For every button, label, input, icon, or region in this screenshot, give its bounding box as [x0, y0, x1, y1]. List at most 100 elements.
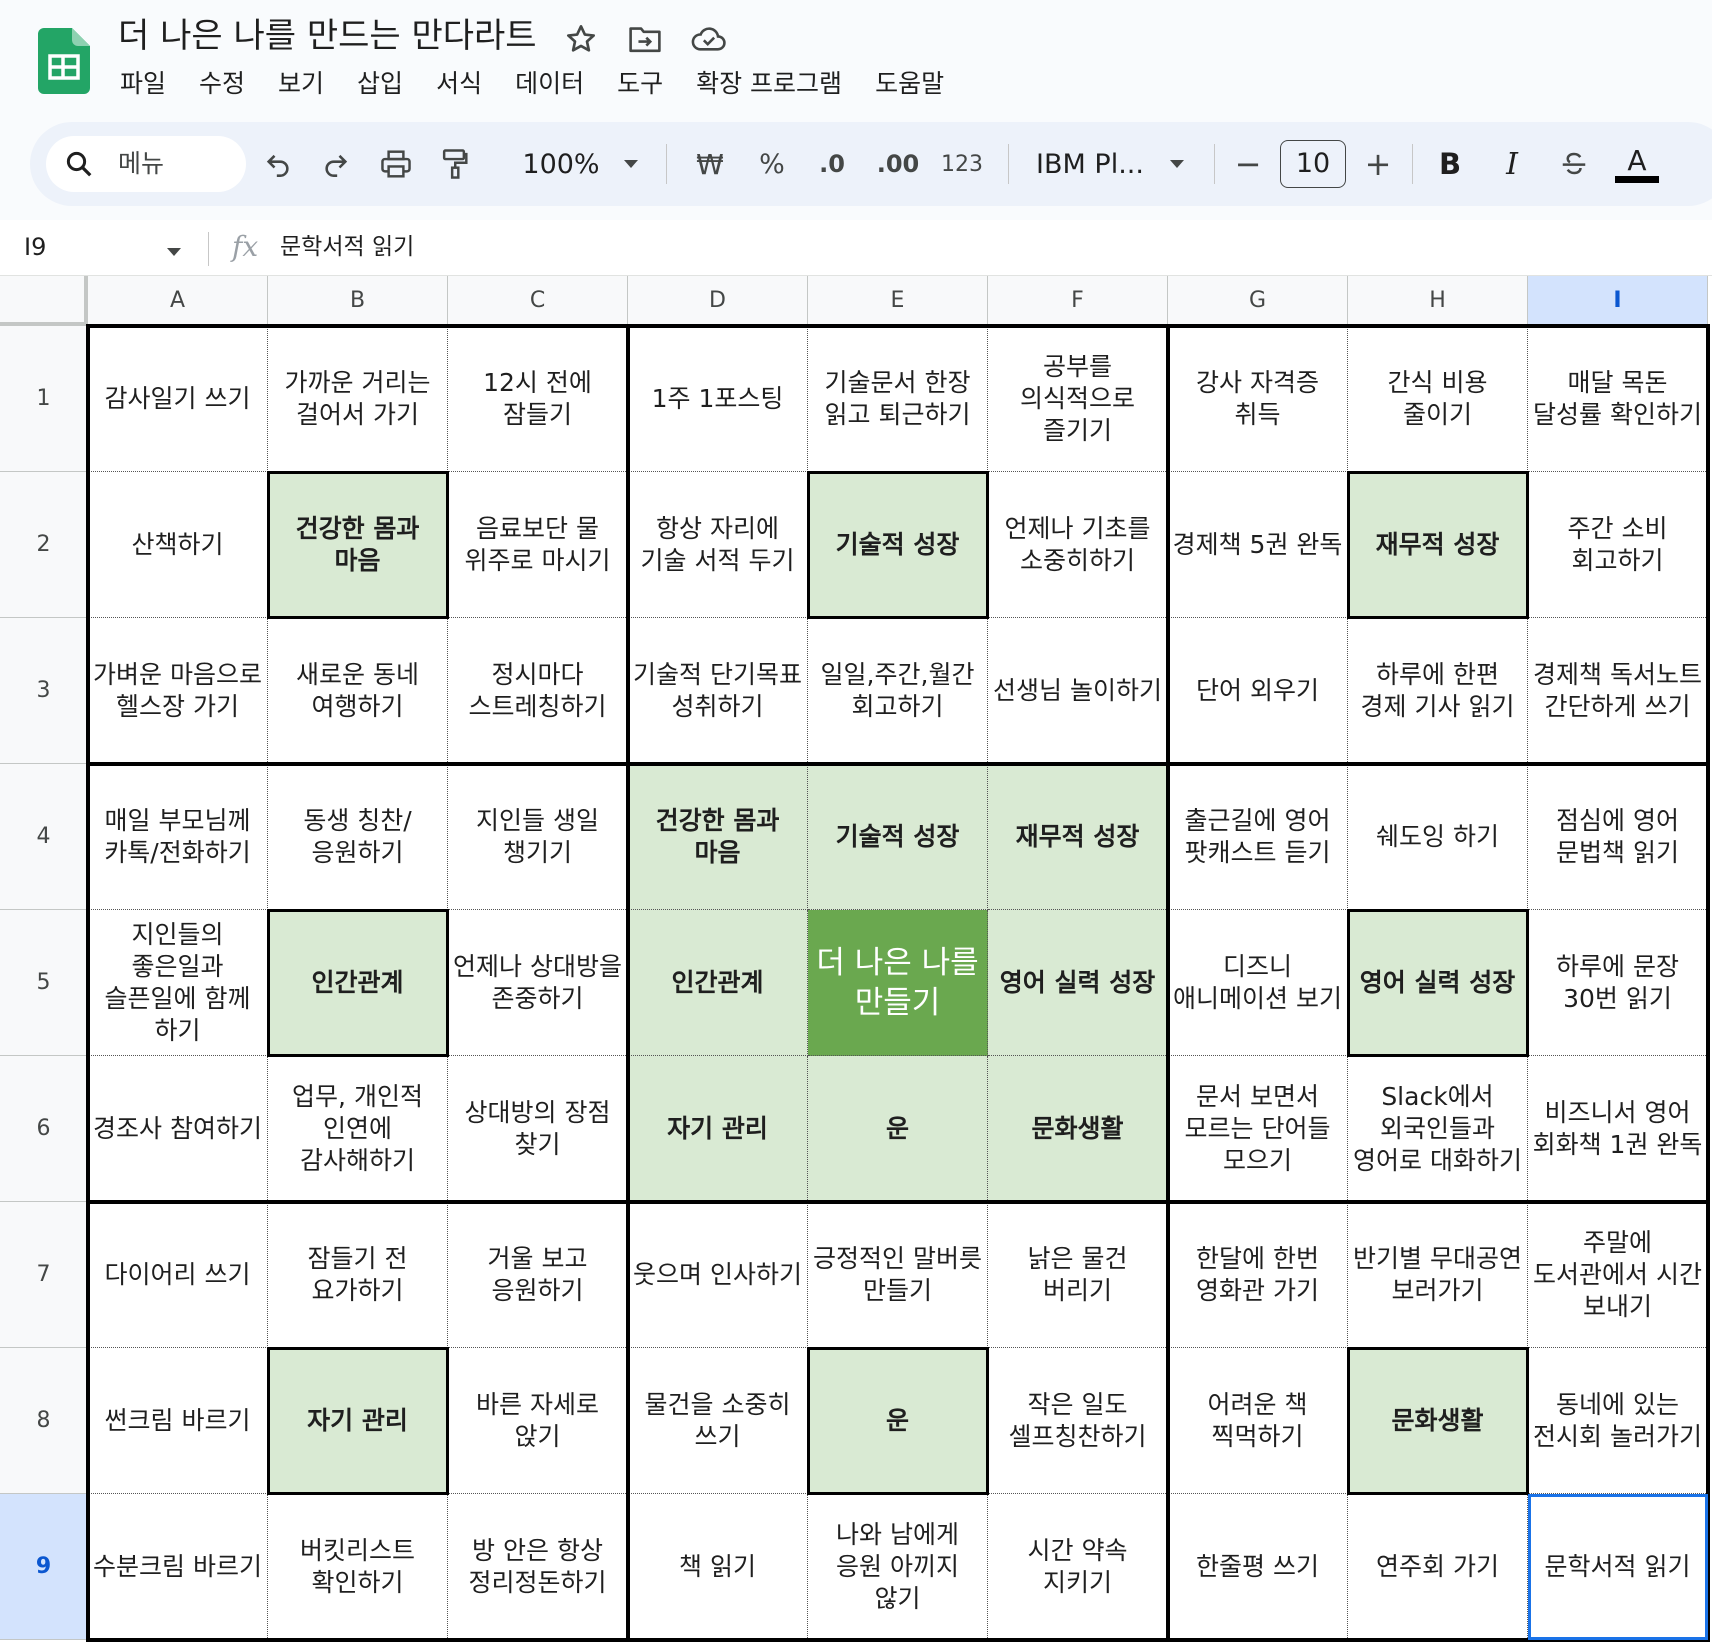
cell-f5[interactable]: 영어 실력 성장	[988, 910, 1168, 1056]
cell-f4[interactable]: 재무적 성장	[988, 764, 1168, 910]
strikethrough-icon[interactable]	[1552, 136, 1596, 192]
cell-d2[interactable]: 항상 자리에 기술 서적 두기	[628, 472, 808, 618]
cell-g7[interactable]: 한달에 한번 영화관 가기	[1168, 1202, 1348, 1348]
cell-h3[interactable]: 하루에 한편 경제 기사 읽기	[1348, 618, 1528, 764]
cell-h4[interactable]: 쉐도잉 하기	[1348, 764, 1528, 910]
cell-f7[interactable]: 낡은 물건 버리기	[988, 1202, 1168, 1348]
cell-e9[interactable]: 나와 남에게 응원 아끼지 않기	[808, 1494, 988, 1640]
cell-e2[interactable]: 기술적 성장	[808, 472, 988, 618]
column-header-b[interactable]: B	[268, 276, 448, 326]
menu-view[interactable]: 보기	[278, 64, 324, 104]
cell-d3[interactable]: 기술적 단기목표 성취하기	[628, 618, 808, 764]
cloud-saved-icon[interactable]	[688, 18, 730, 60]
cell-g9[interactable]: 한줄평 쓰기	[1168, 1494, 1348, 1640]
cell-h6[interactable]: Slack에서 외국인들과 영어로 대화하기	[1348, 1056, 1528, 1202]
cell-i1[interactable]: 매달 목돈 달성률 확인하기	[1528, 326, 1708, 472]
cell-a3[interactable]: 가벼운 마음으로 헬스장 가기	[88, 618, 268, 764]
menu-data[interactable]: 데이터	[515, 64, 584, 104]
cell-a2[interactable]: 산책하기	[88, 472, 268, 618]
cell-f9[interactable]: 시간 약속 지키기	[988, 1494, 1168, 1640]
column-header-i[interactable]: I	[1528, 276, 1708, 326]
print-icon[interactable]	[374, 136, 418, 192]
cell-c3[interactable]: 정시마다 스트레칭하기	[448, 618, 628, 764]
cell-a9[interactable]: 수분크림 바르기	[88, 1494, 268, 1640]
cell-i6[interactable]: 비즈니서 영어 회화책 1권 완독	[1528, 1056, 1708, 1202]
column-header-a[interactable]: A	[88, 276, 268, 326]
cell-d8[interactable]: 물건을 소중히 쓰기	[628, 1348, 808, 1494]
increase-font-size-button[interactable]: +	[1356, 136, 1400, 192]
column-header-h[interactable]: H	[1348, 276, 1528, 326]
cell-c1[interactable]: 12시 전에 잠들기	[448, 326, 628, 472]
row-header-7[interactable]: 7	[0, 1202, 88, 1348]
cell-e3[interactable]: 일일,주간,월간 회고하기	[808, 618, 988, 764]
row-header-5[interactable]: 5	[0, 910, 88, 1056]
cell-a4[interactable]: 매일 부모님께 카톡/전화하기	[88, 764, 268, 910]
cell-f2[interactable]: 언제나 기초를 소중히하기	[988, 472, 1168, 618]
cell-i5[interactable]: 하루에 문장 30번 읽기	[1528, 910, 1708, 1056]
cell-c8[interactable]: 바른 자세로 앉기	[448, 1348, 628, 1494]
cell-a5[interactable]: 지인들의 좋은일과 슬픈일에 함께 하기	[88, 910, 268, 1056]
row-header-3[interactable]: 3	[0, 618, 88, 764]
name-box[interactable]: I9	[24, 230, 46, 264]
cell-c9[interactable]: 방 안은 항상 정리정돈하기	[448, 1494, 628, 1640]
cell-i8[interactable]: 동네에 있는 전시회 놀러가기	[1528, 1348, 1708, 1494]
cell-c4[interactable]: 지인들 생일 챙기기	[448, 764, 628, 910]
decrease-decimal-button[interactable]: .0	[806, 136, 858, 192]
cell-e1[interactable]: 기술문서 한장 읽고 퇴근하기	[808, 326, 988, 472]
redo-icon[interactable]	[314, 136, 358, 192]
cell-e4[interactable]: 기술적 성장	[808, 764, 988, 910]
cell-b2[interactable]: 건강한 몸과 마음	[268, 472, 448, 618]
cell-h5[interactable]: 영어 실력 성장	[1348, 910, 1528, 1056]
cell-a6[interactable]: 경조사 참여하기	[88, 1056, 268, 1202]
chevron-down-icon[interactable]	[166, 242, 182, 261]
document-title[interactable]: 더 나은 나를 만드는 만다라트	[118, 14, 537, 58]
cell-b6[interactable]: 업무, 개인적 인연에 감사해하기	[268, 1056, 448, 1202]
cell-f1[interactable]: 공부를 의식적으로 즐기기	[988, 326, 1168, 472]
cell-b4[interactable]: 동생 칭찬/응원하기	[268, 764, 448, 910]
menu-search-box[interactable]: 메뉴	[46, 136, 246, 192]
cell-g5[interactable]: 디즈니 애니메이션 보기	[1168, 910, 1348, 1056]
column-header-c[interactable]: C	[448, 276, 628, 326]
cell-i7[interactable]: 주말에 도서관에서 시간 보내기	[1528, 1202, 1708, 1348]
cell-b5[interactable]: 인간관계	[268, 910, 448, 1056]
chevron-down-icon[interactable]	[1162, 136, 1192, 192]
paint-format-icon[interactable]	[432, 136, 476, 192]
cell-c6[interactable]: 상대방의 장점 찾기	[448, 1056, 628, 1202]
cell-a7[interactable]: 다이어리 쓰기	[88, 1202, 268, 1348]
menu-format[interactable]: 서식	[436, 64, 482, 104]
cell-h8[interactable]: 문화생활	[1348, 1348, 1528, 1494]
cell-h2[interactable]: 재무적 성장	[1348, 472, 1528, 618]
formula-input[interactable]: 문학서적 읽기	[280, 230, 414, 264]
cell-f3[interactable]: 선생님 놀이하기	[988, 618, 1168, 764]
row-header-1[interactable]: 1	[0, 326, 88, 472]
menu-tools[interactable]: 도구	[617, 64, 663, 104]
star-icon[interactable]	[560, 18, 602, 60]
select-all-corner[interactable]	[0, 276, 88, 326]
cell-c5[interactable]: 언제나 상대방을 존중하기	[448, 910, 628, 1056]
cell-e8[interactable]: 운	[808, 1348, 988, 1494]
cell-e6[interactable]: 운	[808, 1056, 988, 1202]
decrease-font-size-button[interactable]: −	[1226, 136, 1270, 192]
cell-f8[interactable]: 작은 일도 셀프칭찬하기	[988, 1348, 1168, 1494]
cell-g8[interactable]: 어려운 책 찍먹하기	[1168, 1348, 1348, 1494]
cell-g3[interactable]: 단어 외우기	[1168, 618, 1348, 764]
cell-d1[interactable]: 1주 1포스팅	[628, 326, 808, 472]
zoom-select[interactable]: 100%	[516, 136, 606, 192]
cell-d9[interactable]: 책 읽기	[628, 1494, 808, 1640]
cell-g2[interactable]: 경제책 5권 완독	[1168, 472, 1348, 618]
cell-d7[interactable]: 웃으며 인사하기	[628, 1202, 808, 1348]
sheets-logo-icon[interactable]	[38, 28, 90, 94]
cell-g4[interactable]: 출근길에 영어 팟캐스트 듣기	[1168, 764, 1348, 910]
cell-d6[interactable]: 자기 관리	[628, 1056, 808, 1202]
cell-a1[interactable]: 감사일기 쓰기	[88, 326, 268, 472]
cell-b9[interactable]: 버킷리스트 확인하기	[268, 1494, 448, 1640]
undo-icon[interactable]	[256, 136, 300, 192]
cell-f6[interactable]: 문화생활	[988, 1056, 1168, 1202]
row-header-6[interactable]: 6	[0, 1056, 88, 1202]
cell-h1[interactable]: 간식 비용 줄이기	[1348, 326, 1528, 472]
cell-h9[interactable]: 연주회 가기	[1348, 1494, 1528, 1640]
cell-d5[interactable]: 인간관계	[628, 910, 808, 1056]
menu-help[interactable]: 도움말	[875, 64, 944, 104]
text-color-button[interactable]: A	[1612, 136, 1662, 192]
row-header-9[interactable]: 9	[0, 1494, 88, 1640]
